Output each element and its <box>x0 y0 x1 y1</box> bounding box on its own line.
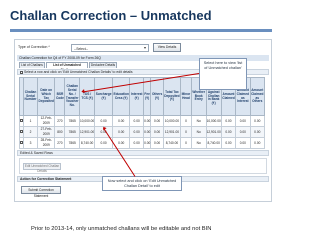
table-cell: 12-Feb-2009 <box>37 115 56 127</box>
checkbox[interactable] <box>20 130 23 134</box>
column-header: Minor Head <box>180 77 192 116</box>
table-cell: 27-Feb-2009 <box>37 126 56 138</box>
type-select-value: --Select-- <box>74 46 88 51</box>
callout-select-unmatched-tab: Select here to view 'list of Unmatched c… <box>199 58 247 90</box>
table-cell: 270 <box>54 115 66 127</box>
table-cell: 270 <box>54 137 66 149</box>
column-header: Challan Serial Number <box>22 77 39 116</box>
table-cell: 0.00 <box>142 115 152 127</box>
table-cell: 8,740.00 <box>205 137 222 149</box>
table-cell: 0.00 <box>235 126 251 138</box>
type-of-correction-label: Type of Correction * <box>18 45 50 49</box>
column-header: Others (₹) <box>150 77 164 116</box>
table-cell: 0 <box>180 137 192 149</box>
table-cell: 0.00 <box>150 126 164 138</box>
table-cell: 2 <box>22 126 39 138</box>
chevron-down-icon: ▾ <box>143 45 146 50</box>
table-cell: 0.00 <box>129 126 144 138</box>
column-header: Fee (₹) <box>142 77 152 116</box>
instruction-text: Select a row and click on 'Edit Unmatche… <box>24 70 133 74</box>
table-cell: 0.00 <box>111 126 131 138</box>
tab-deductee-details[interactable]: Deductee Details <box>89 62 117 68</box>
table-row[interactable]: 3 28-Feb-2009 270 7865 8,740.00 0.00 0.0… <box>19 137 266 149</box>
table-cell: 0.00 <box>129 115 144 127</box>
table-row[interactable]: 2 27-Feb-2009 800 7865 12,901.00 0.00 0.… <box>19 126 266 138</box>
column-header: Challan Serial No. / Transfer Voucher No… <box>64 77 80 116</box>
footnote: Prior to 2013-14, only unmatched challan… <box>31 226 212 232</box>
view-details-button[interactable]: View Details <box>153 43 181 52</box>
checkbox[interactable] <box>20 119 23 123</box>
table-cell: 0.00 <box>129 137 144 149</box>
table-cell: 0.00 <box>94 115 113 127</box>
type-of-correction-row: Type of Correction * --Select-- ▾ View D… <box>17 42 269 54</box>
table-cell: 7865 <box>64 115 80 127</box>
column-header: Surcharge (₹) <box>94 77 113 116</box>
table-cell: No <box>190 126 207 138</box>
table-cell: 0.00 <box>220 137 237 149</box>
table-cell: 12,901.00 <box>162 126 182 138</box>
table-cell: 0.00 <box>249 115 266 127</box>
column-header: TDS / TCS (₹) <box>78 77 96 116</box>
table-cell: 8,740.00 <box>78 137 96 149</box>
column-header: Total Tax Deposited (₹) <box>162 77 182 116</box>
table-cell: 800 <box>54 126 66 138</box>
table-cell: 3 <box>22 137 39 149</box>
table-cell: 0.00 <box>150 115 164 127</box>
table-cell: 0.00 <box>142 126 152 138</box>
table-cell: 0.00 <box>111 115 131 127</box>
table-cell: No <box>190 137 207 149</box>
table-cell: 8,740.00 <box>162 137 182 149</box>
table-cell: 0.00 <box>249 137 266 149</box>
table-cell: 0.00 <box>235 115 251 127</box>
table-cell: 10,000.00 <box>162 115 182 127</box>
slide-title: Challan Correction – Unmatched <box>10 8 212 23</box>
table-cell: 0.00 <box>220 115 237 127</box>
table-cell: 0.00 <box>142 137 152 149</box>
column-header: BSR Code <box>54 77 66 116</box>
instruction-checkbox <box>19 71 23 74</box>
table-cell: 10,000.00 <box>78 115 96 127</box>
tab-unmatched-challans[interactable]: List of Unmatched Challans <box>46 62 88 72</box>
table-cell: 10,000.00 <box>205 115 222 127</box>
table-cell: 0.00 <box>249 126 266 138</box>
checkbox[interactable] <box>20 141 23 145</box>
table-cell: 0.00 <box>235 137 251 149</box>
callout-edit-row: Now select and click on 'Edit Unmatched … <box>102 176 182 191</box>
table-cell: 12,901.00 <box>205 126 222 138</box>
edited-rows-area: Edit Unmatched Challan Details <box>19 158 267 174</box>
edit-unmatched-challan-button[interactable]: Edit Unmatched Challan Details <box>23 163 61 173</box>
table-row[interactable]: 1 12-Feb-2009 270 7865 10,000.00 0.00 0.… <box>19 115 266 127</box>
table-cell: 0.00 <box>150 137 164 149</box>
table-cell: 0 <box>180 126 192 138</box>
submit-correction-button[interactable]: Submit Correction Statement <box>21 186 61 198</box>
table-cell: 0 <box>180 115 192 127</box>
edited-saved-rows-bar: Edited & Saved Rows <box>17 150 269 156</box>
column-header: Date on Which Tax Deposited <box>37 77 56 116</box>
table-cell: 0.00 <box>220 126 237 138</box>
column-header: Education Cess (₹) <box>111 77 131 116</box>
table-cell: 12,901.00 <box>78 126 96 138</box>
column-header: Amount Claimed as Others <box>249 77 266 116</box>
table-cell: 7865 <box>64 137 80 149</box>
table-cell: 1 <box>22 115 39 127</box>
table-cell: 28-Feb-2009 <box>37 137 56 149</box>
title-underline <box>10 29 272 32</box>
table-cell: 7865 <box>64 126 80 138</box>
type-of-correction-select[interactable]: --Select-- ▾ <box>71 44 149 52</box>
tab-list-of-challans[interactable]: List of Challans <box>19 62 45 68</box>
table-cell: No <box>190 115 207 127</box>
